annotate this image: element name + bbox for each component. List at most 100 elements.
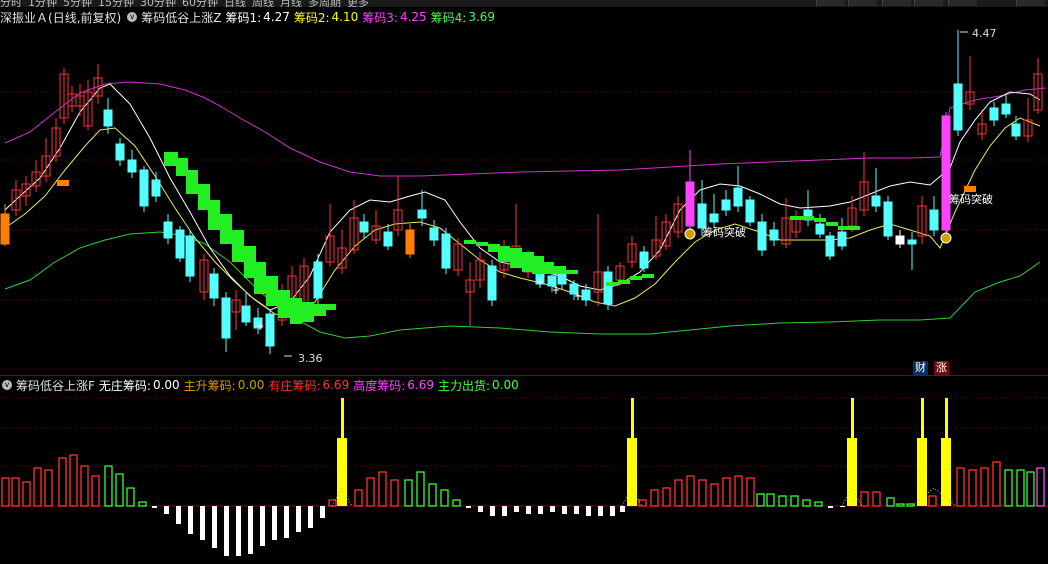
toolbar-button[interactable] [1016,0,1045,6]
signal-bar [631,398,634,438]
histogram-bar [308,506,313,528]
chip-block [542,262,554,274]
histogram-bar [756,493,765,507]
histogram-bar [562,506,567,514]
has-bank-label: 有庄筹码: [268,378,321,393]
candle-body [941,115,951,231]
histogram-bar [58,457,67,507]
chip1-label: 筹码1: [225,10,262,25]
menu-item[interactable]: 周线 [252,0,274,7]
chip-block [802,216,814,220]
histogram-bar [662,487,671,507]
candle-body [757,221,767,251]
period-menu: 分时 1分钟 5分钟 15分钟 30分钟 60分钟 日线 周线 月线 多周期 更多 [0,0,369,7]
histogram-bar [284,506,289,538]
candle-body [185,235,195,277]
candle-body [871,195,881,207]
upper-band-line [4,81,1047,177]
menu-item[interactable]: 更多 [347,0,369,7]
breakout-label: 筹码突破 [949,193,993,206]
menu-item[interactable]: 分时 [0,0,22,7]
candle-body [547,275,557,287]
chip-block [498,246,510,262]
toolbar-button[interactable] [848,0,877,6]
indicator-toggle-icon[interactable]: v [127,12,138,22]
histogram-bar [224,506,229,556]
histogram-bar [734,475,743,507]
candle-body [115,143,125,161]
toolbar-button[interactable] [816,0,845,6]
histogram-bar [69,454,78,507]
chip-block [630,276,642,280]
sub-indicator-chart[interactable] [0,394,1048,564]
candle-body [175,229,185,259]
toolbar-button[interactable] [948,0,977,6]
limit-up-badge[interactable]: 涨 [934,361,949,375]
histogram-bar [1004,469,1013,507]
histogram-bar [574,506,579,514]
candle-body [907,239,917,245]
finance-badge[interactable]: 财 [913,361,928,375]
candle-body [441,233,451,269]
menu-item[interactable]: 月线 [280,0,302,7]
histogram-bar [404,479,413,507]
indicator-toggle-icon[interactable]: v [2,380,12,390]
chip2-label: 筹码2: [293,10,330,25]
histogram-bar [746,477,755,507]
histogram-bar [610,506,615,516]
histogram-bar [390,479,399,507]
histogram-bar [428,483,437,507]
chip1-value: 4.27 [263,10,290,24]
candle-body [929,209,939,231]
menu-item[interactable]: 5分钟 [63,0,92,7]
histogram-bar [440,489,449,507]
histogram-bar [538,506,543,514]
marker-block [57,180,69,186]
candle-body [0,213,10,245]
histogram-bar [126,487,135,507]
toolbar-button[interactable] [882,0,911,6]
rise-label: 主升筹码: [183,378,236,393]
signal-bar [917,438,927,506]
histogram-bar [115,473,124,507]
menu-item[interactable]: 15分钟 [98,0,134,7]
menu-item[interactable]: 日线 [224,0,246,7]
histogram-bar [790,495,799,507]
candle-body [163,221,173,239]
sub-indicator-name[interactable]: 筹码低谷上涨F [16,377,95,394]
candle-body [769,229,779,241]
chip-block [618,280,630,284]
candle-body [953,83,963,131]
pane-divider[interactable] [0,375,1048,376]
rise-value: 0.00 [237,378,265,392]
menu-item[interactable]: 1分钟 [28,0,57,7]
chip-block [606,282,618,286]
histogram-bar [33,467,42,507]
breakout-label: 筹码突破 [702,226,746,239]
candle-body [709,213,719,223]
chip-block [186,170,198,194]
height-value: 6.69 [407,378,434,392]
kline-chart[interactable] [0,26,1048,376]
candle-body [359,221,369,233]
stock-name[interactable]: 深振业Ａ [0,9,48,26]
high-price-label: 4.47 [972,27,997,40]
no-bank-label: 无庄筹码: [98,378,151,393]
menu-item[interactable]: 30分钟 [140,0,176,7]
toolbar-button[interactable] [914,0,943,6]
menu-item[interactable]: 多周期 [308,0,341,7]
candle-body [313,261,323,299]
out-label: 主力出货: [437,378,491,393]
histogram-bar [22,481,31,507]
histogram-bar [860,491,869,507]
histogram-bar [650,489,659,507]
indicator-name[interactable]: 筹码低谷上涨Z [141,9,221,26]
histogram-bar [980,467,989,507]
histogram-bar [80,465,89,507]
histogram-bar [44,469,53,507]
chip4-value: 3.69 [468,10,496,24]
chip-block [566,270,578,274]
candle-body [697,203,707,229]
menu-item[interactable]: 60分钟 [182,0,218,7]
chip3-value: 4.25 [399,10,427,24]
